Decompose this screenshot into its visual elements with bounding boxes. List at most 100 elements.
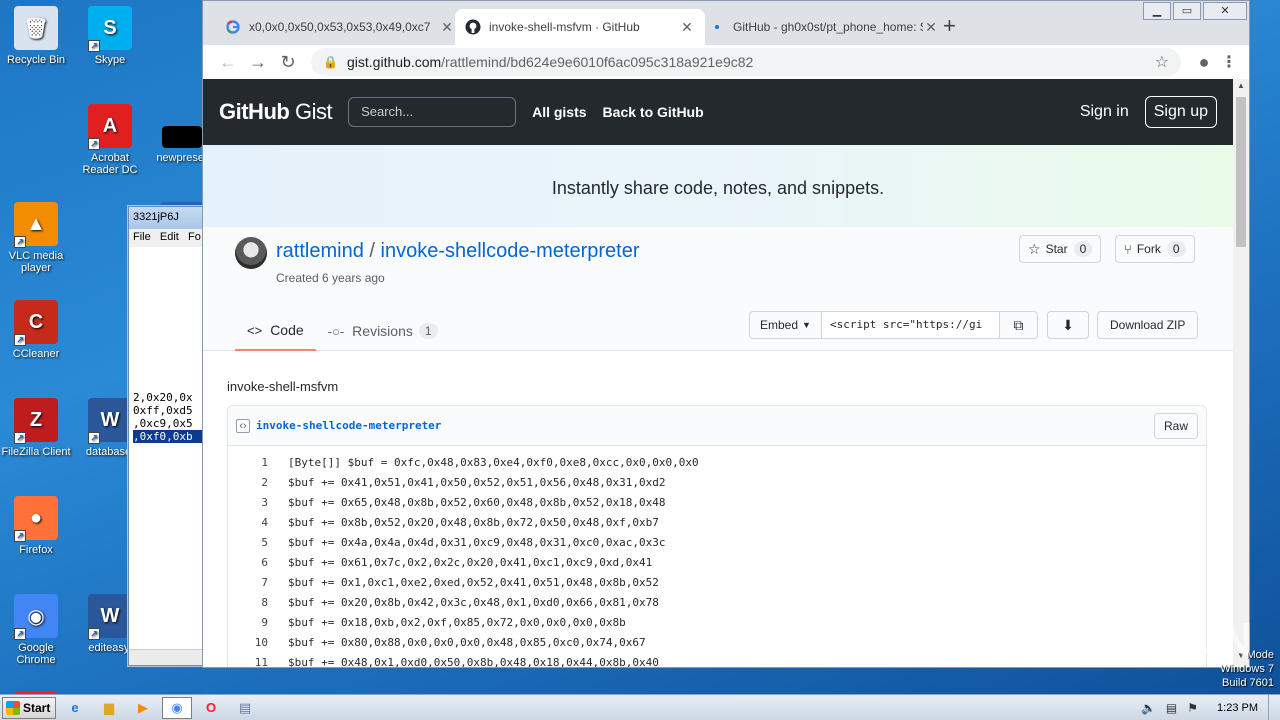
- show-desktop-button[interactable]: [1268, 694, 1280, 720]
- line-number[interactable]: 9: [228, 616, 268, 629]
- line-number[interactable]: 1: [228, 456, 268, 469]
- shortcut-arrow-icon: ↗: [14, 432, 26, 444]
- notepad-taskbar-icon[interactable]: ▤: [230, 697, 260, 719]
- gist-name-link[interactable]: invoke-shellcode-meterpreter: [381, 240, 640, 262]
- notepad-menu[interactable]: File Edit Fo: [129, 229, 207, 247]
- tab-strip: x0,0x0,0x50,0x53,0x53,0x49,0xc7 ✕ invoke…: [203, 1, 1249, 45]
- recycle-bin-icon: 🗑: [14, 6, 58, 50]
- revisions-count: 1: [418, 323, 438, 339]
- open-desktop-button[interactable]: ⬇: [1047, 311, 1089, 339]
- fork-icon: ⑂: [1124, 241, 1132, 257]
- line-number[interactable]: 6: [228, 556, 268, 569]
- profile-icon[interactable]: ●: [1189, 52, 1219, 73]
- line-number[interactable]: 5: [228, 536, 268, 549]
- all-gists-link[interactable]: All gists: [532, 104, 586, 120]
- code-line: 3 $buf += 0x65,0x48,0x8b,0x52,0x60,0x48,0…: [228, 492, 1206, 512]
- network-icon[interactable]: ▤: [1166, 701, 1177, 715]
- url-path: /rattlemind/bd624e9e6010f6ac095c318a921e…: [441, 54, 754, 70]
- notepad-menu-format[interactable]: Fo: [188, 231, 201, 243]
- line-number[interactable]: 8: [228, 596, 268, 609]
- github-gist-logo[interactable]: GitHub Gist: [219, 99, 333, 125]
- desktop-icon-filezilla-client[interactable]: Z ↗ FileZilla Client: [0, 398, 72, 458]
- line-number[interactable]: 2: [228, 476, 268, 489]
- line-number[interactable]: 10: [228, 636, 268, 649]
- notepad-line: 2,0x20,0x: [133, 391, 193, 404]
- star-button[interactable]: ☆ Star 0: [1019, 235, 1102, 263]
- sign-up-button[interactable]: Sign up: [1144, 96, 1217, 128]
- notepad-window[interactable]: 3321jP6J File Edit Fo 2,0x20,0x 0xff,0xd…: [128, 206, 208, 666]
- embed-select[interactable]: Embed ▼: [749, 311, 822, 339]
- explorer-taskbar-icon[interactable]: ▆: [94, 697, 124, 719]
- scrollbar-thumb[interactable]: [1236, 97, 1246, 247]
- tab-google-search[interactable]: x0,0x0,0x50,0x53,0x53,0x49,0xc7 ✕: [215, 9, 465, 45]
- ccleaner-icon: C ↗: [14, 300, 58, 346]
- forward-arrow-icon[interactable]: →: [243, 52, 273, 73]
- window-close-button[interactable]: ✕: [1203, 2, 1247, 20]
- shortcut-arrow-icon: ↗: [88, 628, 100, 640]
- tab-gist-active[interactable]: invoke-shell-msfvm · GitHub ✕: [455, 9, 705, 45]
- line-number[interactable]: 4: [228, 516, 268, 529]
- notepad-text[interactable]: 2,0x20,0x 0xff,0xd5 ,0xc9,0x5 ,0xf0,0xb: [133, 391, 205, 443]
- maximize-button[interactable]: ▭: [1173, 2, 1201, 20]
- fork-button[interactable]: ⑂ Fork 0: [1115, 235, 1195, 263]
- chrome-taskbar-icon[interactable]: ◉: [162, 696, 192, 719]
- desktop-icon-label: FileZilla Client: [1, 446, 71, 458]
- desktop-icon-vlc-media-player[interactable]: ▲ ↗ VLC media player: [0, 202, 72, 274]
- close-icon[interactable]: ✕: [679, 19, 695, 36]
- notepad-menu-file[interactable]: File: [133, 231, 151, 243]
- line-number[interactable]: 11: [228, 656, 268, 668]
- reload-icon[interactable]: ↻: [273, 52, 303, 73]
- page-scrollbar[interactable]: ▲ ▼: [1233, 79, 1249, 667]
- shortcut-arrow-icon: ↗: [14, 628, 26, 640]
- star-icon: ☆: [1028, 240, 1041, 257]
- desktop-icon-label: Google Chrome: [16, 642, 56, 666]
- bookmark-star-icon[interactable]: ☆: [1155, 52, 1169, 72]
- menu-kebab-icon[interactable]: ⋮: [1219, 52, 1239, 72]
- tab-github-repo[interactable]: GitHub - gh0x0st/pt_phone_home: S ✕: [699, 9, 949, 45]
- embed-url-input[interactable]: <script src="https://gi: [821, 311, 1000, 339]
- copy-button[interactable]: ⧉: [999, 311, 1038, 339]
- raw-button[interactable]: Raw: [1153, 412, 1198, 439]
- tab-revisions[interactable]: -○- Revisions 1: [316, 311, 450, 351]
- clock[interactable]: 1:23 PM: [1217, 702, 1258, 714]
- win-info-line: Mode: [1246, 649, 1274, 661]
- minimize-button[interactable]: ▁: [1143, 2, 1171, 20]
- desktop-icon-skype[interactable]: S ↗ Skype: [74, 6, 146, 66]
- star-count: 0: [1073, 241, 1093, 257]
- desktop-icon-ccleaner[interactable]: C ↗ CCleaner: [0, 300, 72, 360]
- github-icon: [465, 19, 481, 35]
- desktop-icon-acrobat-reader-dc[interactable]: A ↗ Acrobat Reader DC: [74, 104, 146, 176]
- back-to-github-link[interactable]: Back to GitHub: [603, 104, 704, 120]
- line-code: $buf += 0x65,0x48,0x8b,0x52,0x60,0x48,0x…: [288, 495, 666, 509]
- search-input[interactable]: Search...: [348, 97, 517, 127]
- desktop-icon-recycle-bin[interactable]: 🗑 Recycle Bin: [0, 6, 72, 66]
- lock-icon[interactable]: 🔒: [323, 55, 338, 69]
- desktop-icon-firefox[interactable]: ● ↗ Firefox: [0, 496, 72, 556]
- sign-in-link[interactable]: Sign in: [1080, 103, 1129, 121]
- file-name-link[interactable]: invoke-shellcode-meterpreter: [256, 419, 441, 432]
- back-arrow-icon[interactable]: ←: [213, 52, 243, 73]
- action-center-flag-icon[interactable]: ⚑: [1187, 701, 1198, 715]
- opera-taskbar-icon[interactable]: O: [196, 697, 226, 719]
- desktop-icon-google-chrome[interactable]: ◉ ↗ Google Chrome: [0, 594, 72, 666]
- line-code: $buf += 0x4a,0x4a,0x4d,0x31,0xc9,0x48,0x…: [288, 535, 666, 549]
- media-player-taskbar-icon[interactable]: ▶: [128, 697, 158, 719]
- line-number[interactable]: 3: [228, 496, 268, 509]
- line-number[interactable]: 7: [228, 576, 268, 589]
- notepad-menu-edit[interactable]: Edit: [160, 231, 179, 243]
- tab-code[interactable]: <> Code: [235, 311, 316, 351]
- internet-explorer-taskbar-icon[interactable]: e: [60, 697, 90, 719]
- scroll-up-arrow-icon[interactable]: ▲: [1233, 81, 1249, 95]
- download-zip-button[interactable]: Download ZIP: [1097, 311, 1199, 339]
- address-bar[interactable]: 🔒 gist.github.com/rattlemind/bd624e9e601…: [311, 48, 1181, 76]
- volume-icon[interactable]: 🔈: [1141, 701, 1156, 715]
- owner-link[interactable]: rattlemind: [276, 240, 364, 262]
- start-button[interactable]: Start: [2, 696, 56, 719]
- new-tab-button[interactable]: +: [943, 15, 956, 37]
- close-icon[interactable]: ✕: [439, 19, 455, 36]
- close-icon[interactable]: ✕: [923, 19, 939, 36]
- avatar[interactable]: [235, 237, 267, 269]
- url-host: gist.github.com: [347, 54, 442, 70]
- notepad-hscrollbar[interactable]: [129, 649, 207, 665]
- gist-description: invoke-shell-msfvm: [227, 379, 339, 394]
